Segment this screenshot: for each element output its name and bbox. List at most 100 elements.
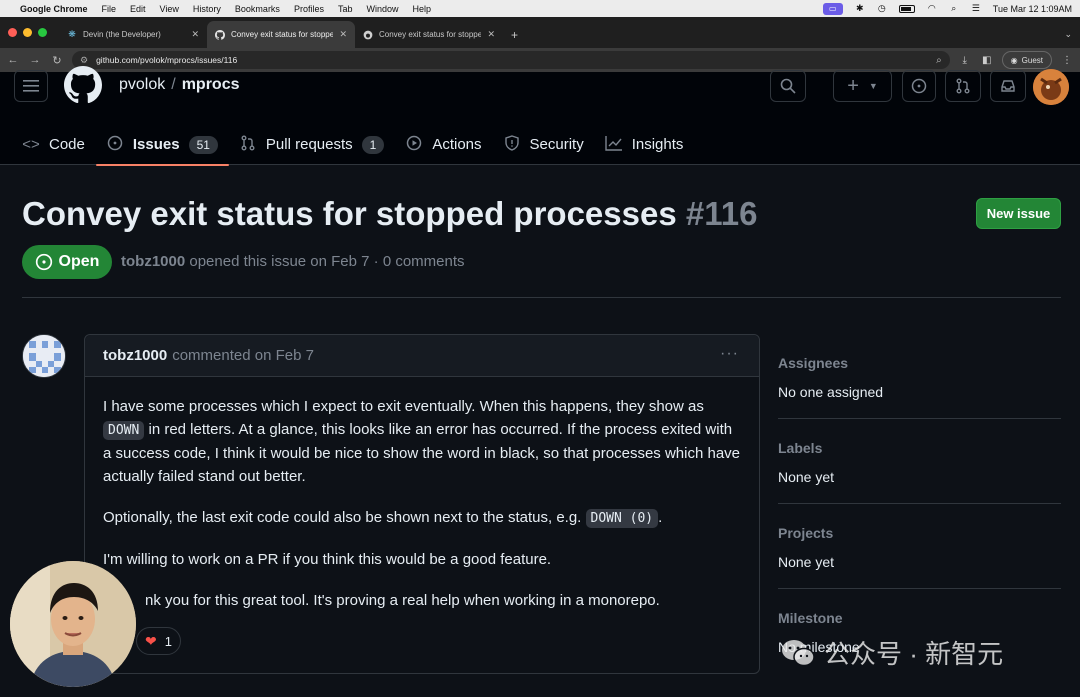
new-issue-button[interactable]: New issue (976, 198, 1061, 229)
browser-tab[interactable]: ❋ Devin (the Developer) ✕ (59, 21, 207, 48)
tab-pull-requests[interactable]: Pull requests 1 (239, 124, 395, 165)
control-center-icon[interactable]: ☰ (971, 3, 981, 14)
tab-security[interactable]: Security (503, 124, 595, 165)
comment-options-icon[interactable]: ··· (720, 345, 739, 363)
tab-code[interactable]: <> Code (22, 124, 96, 165)
comment-timestamp[interactable]: commented on Feb 7 (172, 347, 314, 364)
tab-search-icon[interactable]: ⌄ (1064, 21, 1072, 48)
tab-title: Devin (the Developer) (83, 30, 161, 39)
menu-history[interactable]: History (193, 4, 221, 14)
minimize-window-icon[interactable] (23, 28, 32, 37)
window-controls (6, 17, 47, 48)
sidebar-labels: Labels None yet (778, 440, 1061, 485)
sidebar-value: None yet (778, 469, 835, 485)
menu-help[interactable]: Help (412, 4, 431, 14)
url-text[interactable]: github.com/pvolok/mprocs/issues/116 (96, 55, 237, 65)
comment-paragraph: nk you for this great tool. It's proving… (145, 592, 660, 609)
menu-file[interactable]: File (102, 4, 117, 14)
menu-window[interactable]: Window (366, 4, 398, 14)
sidebar-divider (778, 418, 1061, 419)
screen-record-icon[interactable]: ▭ (822, 2, 843, 15)
new-tab-button[interactable]: + (503, 21, 526, 48)
menu-bookmarks[interactable]: Bookmarks (235, 4, 280, 14)
address-bar[interactable]: ⚙ github.com/pvolok/mprocs/issues/116 ⌕ (72, 51, 950, 69)
browser-toolbar: ← → ↻ ⚙ github.com/pvolok/mprocs/issues/… (0, 48, 1080, 72)
reload-icon[interactable]: ↻ (50, 54, 64, 67)
inline-code: DOWN (0) (585, 509, 659, 528)
github-favicon-icon (215, 29, 225, 40)
gear-icon[interactable]: ✱ (855, 3, 865, 14)
repo-owner-link[interactable]: pvolok (119, 76, 165, 93)
battery-icon[interactable] (898, 4, 915, 13)
wifi-icon[interactable]: ◠ (927, 3, 937, 14)
webcam-overlay (10, 561, 136, 687)
site-info-icon[interactable]: ⚙ (80, 55, 88, 66)
close-tab-icon[interactable]: ✕ (191, 29, 199, 40)
forward-arrow-icon[interactable]: → (28, 54, 42, 66)
sidebar-heading[interactable]: Milestone (778, 610, 1061, 626)
menu-datetime[interactable]: Tue Mar 12 1:09AM (993, 4, 1072, 14)
issues-button[interactable] (902, 70, 936, 102)
browser-tab-active[interactable]: Convey exit status for stoppe ✕ (207, 21, 355, 48)
user-avatar[interactable] (1033, 69, 1069, 105)
sidebar-heading[interactable]: Labels (778, 440, 1061, 456)
pull-requests-button[interactable] (945, 70, 981, 102)
comment-paragraph: Optionally, the last exit code could als… (103, 506, 741, 530)
inbox-button[interactable] (990, 70, 1026, 102)
download-icon[interactable]: ⤓ (958, 55, 972, 66)
header-divider (22, 297, 1061, 298)
side-panel-icon[interactable]: ◧ (980, 55, 994, 66)
search-icon[interactable]: ⌕ (949, 3, 959, 14)
tab-title: Convey exit status for stoppe (379, 30, 482, 39)
create-new-button[interactable]: + ▼ (833, 70, 892, 102)
search-button[interactable] (770, 70, 806, 102)
menu-profiles[interactable]: Profiles (294, 4, 324, 14)
comment-paragraph: I have some processes which I expect to … (103, 395, 741, 488)
macos-menu-bar: Google Chrome File Edit View History Boo… (0, 0, 1080, 17)
sidebar-assignees: Assignees No one assigned (778, 355, 1061, 400)
browser-tab-strip: ❋ Devin (the Developer) ✕ Convey exit st… (0, 17, 1080, 48)
close-tab-icon[interactable]: ✕ (339, 29, 347, 40)
code-icon: <> (22, 136, 40, 153)
comment-header: tobz1000 commented on Feb 7 ··· (85, 335, 759, 377)
menu-app-name[interactable]: Google Chrome (20, 4, 88, 14)
close-window-icon[interactable] (8, 28, 17, 37)
close-tab-icon[interactable]: ✕ (487, 29, 495, 40)
issue-title: Convey exit status for stopped processes… (22, 195, 757, 233)
sidebar-value: None yet (778, 554, 835, 570)
github-header: pvolok / mprocs + ▼ <> Code Issues 51 Pu… (0, 66, 1080, 166)
comment-text: I have some processes which I expect to … (103, 398, 704, 415)
time-machine-icon[interactable]: ◷ (877, 3, 887, 14)
github-logo-icon[interactable] (64, 66, 102, 104)
kebab-menu-icon[interactable]: ⋮ (1060, 55, 1074, 66)
issue-author-link[interactable]: tobz1000 (121, 253, 185, 270)
profile-icon: ◉ (1010, 55, 1018, 65)
comment-text: . (658, 509, 663, 526)
browser-tab[interactable]: Convey exit status for stoppe ✕ (355, 21, 503, 48)
menu-tab[interactable]: Tab (338, 4, 353, 14)
back-arrow-icon[interactable]: ← (6, 54, 20, 66)
issue-icon (106, 135, 124, 155)
zoom-window-icon[interactable] (38, 28, 47, 37)
tab-actions[interactable]: Actions (405, 124, 492, 165)
menu-view[interactable]: View (160, 4, 179, 14)
issue-meta-text: opened this issue on Feb 7 · 0 comments (189, 253, 465, 270)
sidebar-heading[interactable]: Assignees (778, 355, 1061, 371)
issue-opened-icon (35, 253, 52, 271)
tab-title: Convey exit status for stoppe (231, 30, 334, 39)
hamburger-menu-button[interactable] (14, 70, 48, 102)
menu-edit[interactable]: Edit (130, 4, 146, 14)
tab-issues[interactable]: Issues 51 (95, 124, 229, 166)
profile-button[interactable]: ◉ Guest (1001, 51, 1052, 69)
repo-nav: <> Code Issues 51 Pull requests 1 Action… (0, 124, 704, 166)
comment-author-avatar[interactable] (22, 334, 66, 378)
issue-title-text: Convey exit status for stopped processes (22, 195, 677, 232)
heart-reaction-button[interactable]: ❤ 1 (136, 627, 181, 655)
comment-author-link[interactable]: tobz1000 (103, 347, 167, 364)
zoom-icon[interactable]: ⌕ (936, 55, 942, 66)
tab-insights[interactable]: Insights (605, 124, 695, 165)
tab-label: Pull requests (265, 136, 353, 153)
tab-label: Actions (432, 136, 482, 153)
repo-name-link[interactable]: mprocs (182, 76, 240, 93)
sidebar-heading[interactable]: Projects (778, 525, 1061, 541)
